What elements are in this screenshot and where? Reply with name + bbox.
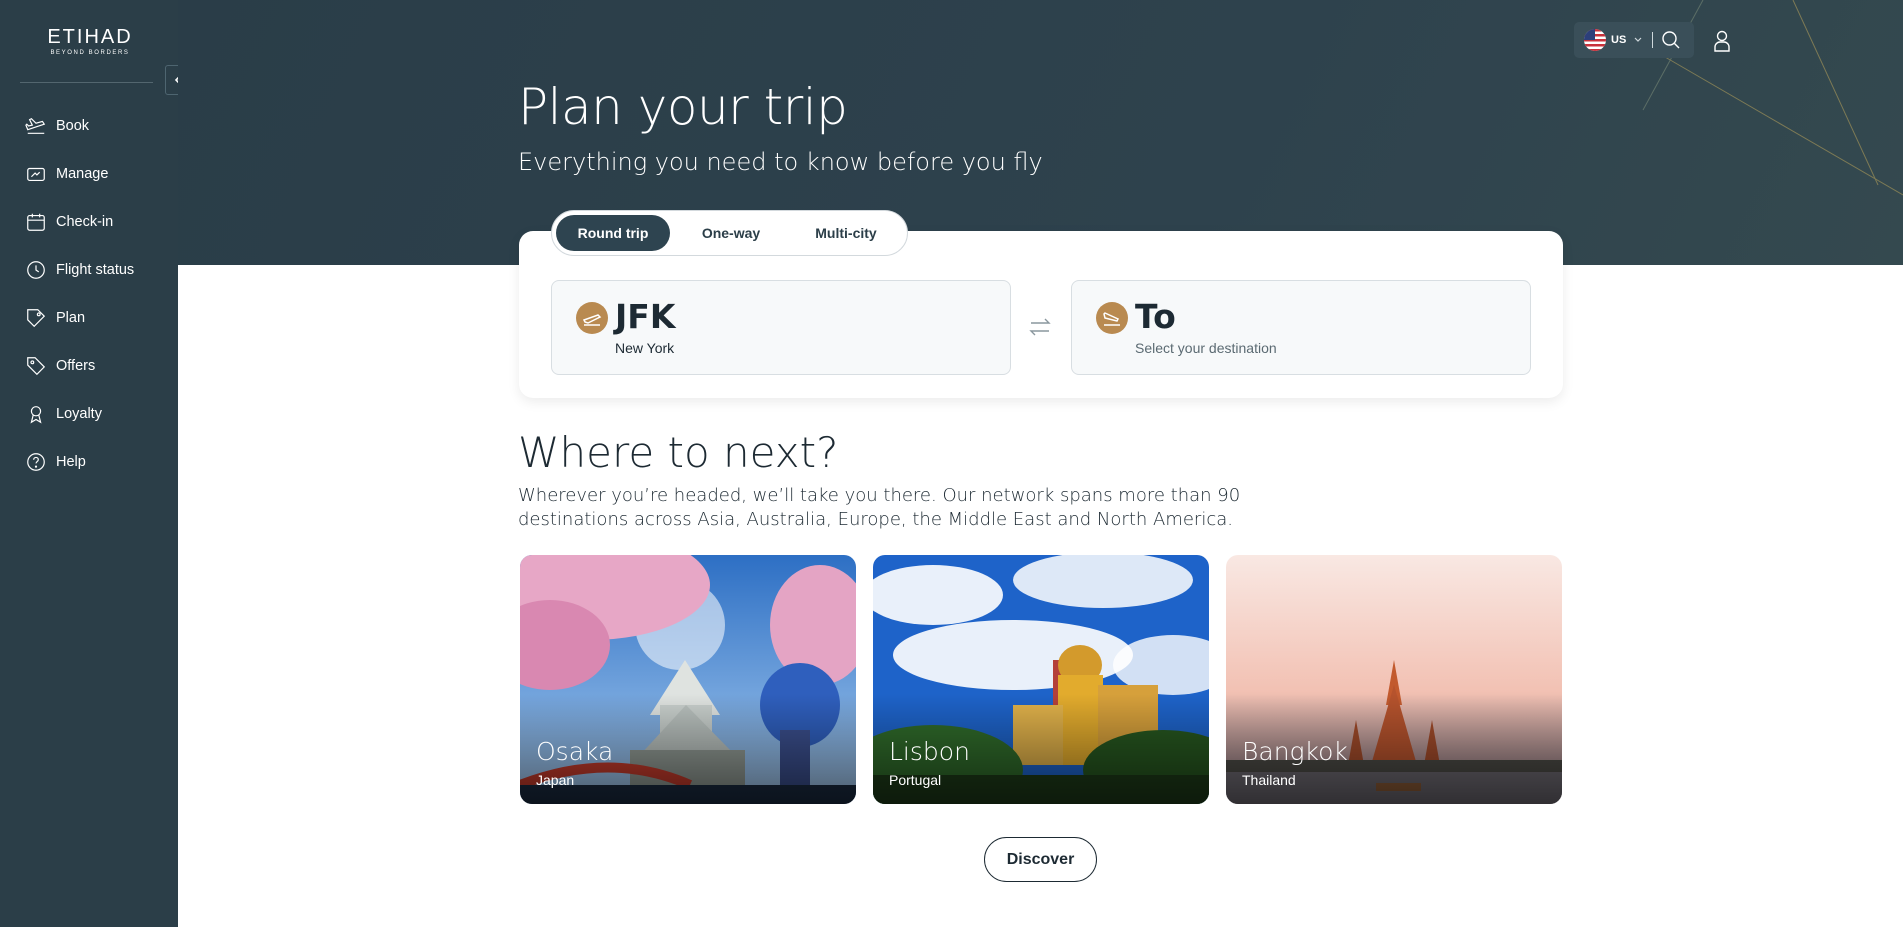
page-title: Plan your trip — [518, 78, 848, 136]
section-title: Where to next? — [518, 428, 839, 477]
country-code: US — [1611, 34, 1627, 46]
us-flag-icon — [1584, 29, 1606, 51]
card-city: Bangkok — [1242, 737, 1348, 766]
sidebar-item-label: Manage — [56, 166, 109, 182]
user-icon — [1714, 30, 1730, 52]
logo-wordmark: ETIHAD — [47, 26, 133, 48]
origin-code: JFK — [615, 297, 676, 336]
ticket-icon — [27, 167, 45, 182]
question-icon — [27, 453, 45, 471]
destination-card-osaka[interactable]: Osaka Japan — [520, 555, 856, 804]
pill-separator — [1652, 32, 1654, 48]
sidebar-item-help[interactable]: Help — [0, 438, 178, 486]
tab-multi-city[interactable]: Multi-city — [792, 215, 900, 251]
sidebar: ETIHAD BEYOND BORDERS Book Manage Check-… — [0, 0, 178, 927]
page-subtitle: Everything you need to know before you f… — [518, 148, 1043, 176]
hero-banner: US — [178, 0, 1903, 265]
etihad-logo[interactable]: ETIHAD BEYOND BORDERS — [40, 26, 140, 56]
country-selector[interactable]: US — [1574, 22, 1694, 58]
logo-tagline: BEYOND BORDERS — [50, 50, 130, 56]
sidebar-item-plan[interactable]: Plan — [0, 294, 178, 342]
landing-icon — [1096, 302, 1128, 334]
sidebar-item-check-in[interactable]: Check-in — [0, 198, 178, 246]
destination-card-lisbon[interactable]: Lisbon Portugal — [873, 555, 1209, 804]
takeoff-icon — [576, 302, 608, 334]
award-icon — [30, 406, 42, 424]
sidebar-item-book[interactable]: Book — [0, 102, 178, 150]
card-country: Portugal — [889, 772, 942, 788]
origin-city: New York — [615, 340, 675, 356]
tab-round-trip[interactable]: Round trip — [556, 215, 670, 251]
sidebar-item-label: Flight status — [56, 262, 135, 278]
search-icon[interactable] — [1661, 30, 1681, 50]
sidebar-item-label: Help — [56, 454, 86, 470]
decorative-lines — [1642, 0, 1903, 196]
swap-airports-button[interactable] — [1027, 314, 1053, 340]
luggage-tag-icon — [27, 309, 46, 328]
sidebar-nav: Book Manage Check-in Flight status Plan … — [0, 102, 178, 486]
tab-one-way[interactable]: One-way — [670, 215, 792, 251]
card-city: Osaka — [536, 737, 614, 766]
user-account-button[interactable] — [1710, 28, 1734, 54]
destination-field[interactable]: To Select your destination — [1071, 280, 1531, 375]
sidebar-item-flight-status[interactable]: Flight status — [0, 246, 178, 294]
sidebar-item-label: Offers — [56, 358, 96, 374]
discover-button[interactable]: Discover — [984, 837, 1097, 882]
trip-type-tabs: Round trip One-way Multi-city — [551, 210, 908, 256]
destination-placeholder: Select your destination — [1135, 340, 1277, 356]
plane-icon — [25, 117, 46, 134]
chevron-down-icon — [1634, 37, 1642, 42]
price-tag-icon — [27, 357, 46, 376]
sidebar-item-manage[interactable]: Manage — [0, 150, 178, 198]
sidebar-item-loyalty[interactable]: Loyalty — [0, 390, 178, 438]
sidebar-item-label: Book — [56, 118, 90, 134]
sidebar-divider — [20, 82, 153, 83]
swap-icon — [1029, 318, 1051, 336]
sidebar-item-label: Check-in — [56, 214, 114, 230]
sidebar-item-label: Loyalty — [56, 406, 102, 422]
card-country: Thailand — [1242, 772, 1296, 788]
section-description: Wherever you’re headed, we’ll take you t… — [518, 485, 1241, 530]
clock-icon — [27, 261, 45, 279]
card-city: Lisbon — [889, 737, 970, 766]
origin-field[interactable]: JFK New York — [551, 280, 1011, 375]
calendar-icon — [27, 213, 45, 231]
destination-card-bangkok[interactable]: Bangkok Thailand — [1226, 555, 1562, 804]
sidebar-item-offers[interactable]: Offers — [0, 342, 178, 390]
sidebar-item-label: Plan — [56, 310, 86, 326]
destination-code: To — [1135, 297, 1176, 336]
card-country: Japan — [536, 772, 575, 788]
